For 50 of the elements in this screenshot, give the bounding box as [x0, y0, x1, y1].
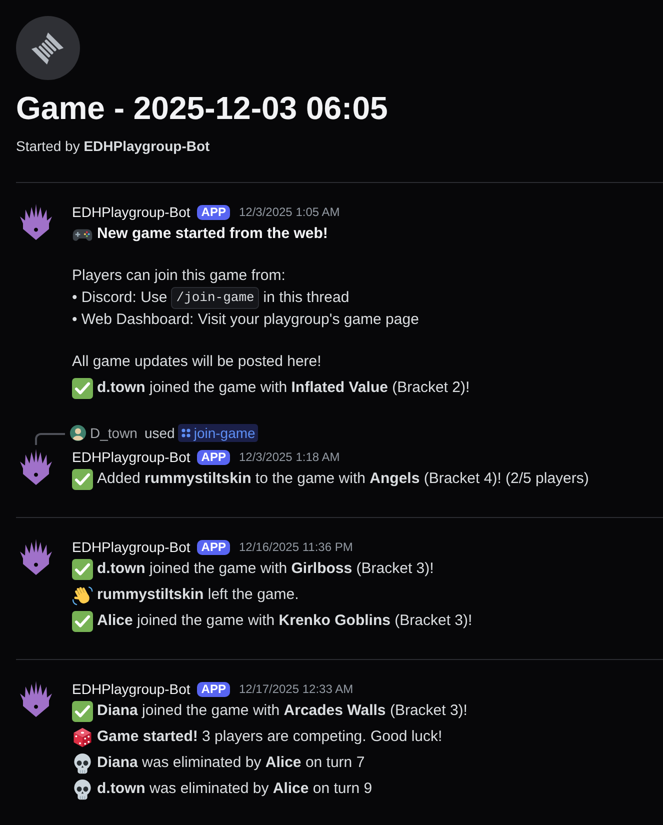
- message-text: Players can join this game from:: [72, 266, 286, 286]
- app-badge: APP: [197, 450, 230, 464]
- author-name[interactable]: EDHPlaygroup-Bot: [72, 201, 190, 223]
- message-text: Alice joined the game with Krenko Goblins (Bracket 3)!: [97, 611, 472, 631]
- dots-grid-icon: [180, 428, 191, 438]
- message-text: d.town joined the game with Girlboss (Bracket 3)!: [97, 559, 434, 579]
- message-text: d.town was eliminated by Alice on turn 9: [97, 779, 372, 799]
- app-badge: APP: [197, 540, 230, 554]
- message-text: Diana joined the game with Arcades Walls (Bracket 3)!: [97, 701, 468, 721]
- message-text: Added rummystiltskin to the game with Angels (Bracket 4)! (2/5 players): [97, 469, 589, 489]
- thread-icon: [16, 16, 80, 80]
- reply-connector: [35, 433, 65, 445]
- skull-icon: [72, 752, 93, 774]
- message-text: • Web Dashboard: Visit your playgroup's game page: [72, 310, 419, 330]
- message-text: New game started from the web!: [97, 224, 328, 244]
- check-icon: [72, 610, 93, 632]
- message-timestamp: 12/16/2025 11:36 PM: [238, 539, 353, 556]
- avatar-silhouette-icon[interactable]: [70, 425, 86, 441]
- thread-title: Game - 2025-12-03 06:05: [16, 89, 389, 127]
- die-icon: [72, 726, 93, 748]
- check-icon: [72, 700, 93, 722]
- thread-starter-text: Started by EDHPlaygroup-Bot: [16, 137, 211, 155]
- app-badge: APP: [197, 204, 230, 220]
- message-timestamp: 12/3/2025 1:05 AM: [238, 204, 340, 221]
- command-mention[interactable]: join-game: [178, 424, 258, 442]
- inline-code: /join-game: [171, 287, 260, 309]
- message-text: • Discord: Use: [72, 288, 168, 308]
- message-timestamp: 12/17/2025 12:33 AM: [238, 681, 354, 698]
- message-text: All game updates will be posted here!: [72, 352, 322, 372]
- waving-hand-icon: [72, 584, 93, 606]
- app-badge: APP: [197, 682, 230, 696]
- reply-username[interactable]: D_town: [90, 424, 138, 442]
- check-icon: [72, 468, 93, 490]
- message-text: rummystiltskin left the game.: [97, 585, 299, 605]
- crown-avatar-icon[interactable]: [20, 449, 52, 485]
- check-icon: [72, 558, 93, 580]
- author-name[interactable]: EDHPlaygroup-Bot: [72, 536, 190, 558]
- skull-icon: [72, 778, 93, 800]
- message-text: Game started! 3 players are competing. Good luck!: [97, 727, 442, 747]
- author-name[interactable]: EDHPlaygroup-Bot: [72, 678, 190, 700]
- author-name[interactable]: EDHPlaygroup-Bot: [72, 446, 190, 468]
- crown-avatar-icon[interactable]: [20, 204, 52, 240]
- message-text: in this thread: [263, 288, 350, 308]
- message-text: d.town joined the game with Inflated Value (Bracket 2)!: [97, 378, 470, 398]
- message-timestamp: 12/3/2025 1:18 AM: [238, 449, 340, 466]
- message-text: Diana was eliminated by Alice on turn 7: [97, 753, 365, 773]
- crown-avatar-icon[interactable]: [20, 539, 52, 575]
- check-icon: [72, 378, 93, 398]
- reply-action-text: used: [144, 424, 175, 442]
- crown-avatar-icon[interactable]: [20, 681, 52, 717]
